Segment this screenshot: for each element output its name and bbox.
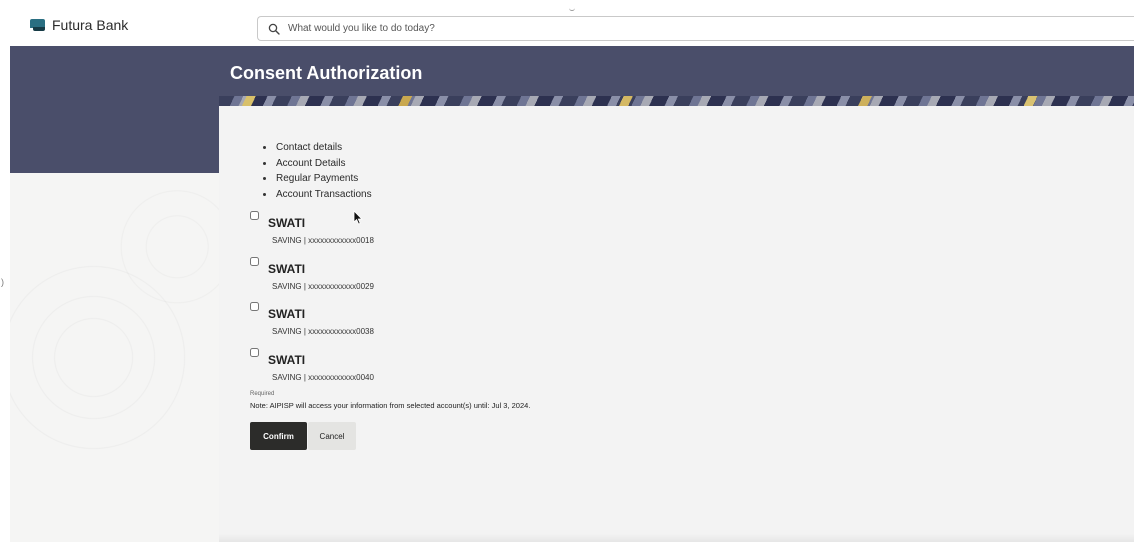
top-bar: Futura Bank bbox=[0, 0, 1134, 46]
account-name: SWATI bbox=[268, 307, 306, 321]
consent-note: Note: AIPISP will access your informatio… bbox=[250, 401, 531, 410]
bank-logo-icon bbox=[30, 19, 45, 31]
decorative-banner bbox=[219, 96, 1134, 106]
account-checkbox[interactable] bbox=[250, 211, 259, 220]
brand-name: Futura Bank bbox=[52, 17, 129, 33]
search-bar[interactable] bbox=[257, 16, 1134, 41]
page-title: Consent Authorization bbox=[230, 63, 423, 83]
required-label: Required bbox=[250, 391, 275, 397]
permission-item: Regular Payments bbox=[261, 171, 372, 187]
account-name: SWATI bbox=[268, 262, 306, 276]
consent-permissions-list: Contact details Account Details Regular … bbox=[261, 140, 372, 202]
search-icon bbox=[268, 23, 280, 35]
consent-card: Contact details Account Details Regular … bbox=[219, 96, 1134, 542]
search-input[interactable] bbox=[288, 23, 1134, 34]
confirm-button[interactable]: Confirm bbox=[250, 422, 307, 450]
edge-mark: ) bbox=[1, 277, 4, 287]
cancel-button[interactable]: Cancel bbox=[308, 422, 356, 450]
mouse-cursor-icon bbox=[353, 210, 363, 225]
account-detail: SAVING | xxxxxxxxxxxx0018 bbox=[272, 236, 374, 245]
notch-mark bbox=[569, 7, 575, 11]
card-bottom-edge bbox=[219, 534, 1134, 542]
permission-item: Account Transactions bbox=[261, 187, 372, 203]
background-pattern bbox=[10, 173, 219, 542]
brand[interactable]: Futura Bank bbox=[30, 17, 128, 33]
account-checkbox[interactable] bbox=[250, 348, 259, 357]
account-checkbox[interactable] bbox=[250, 302, 259, 311]
permission-item: Account Details bbox=[261, 156, 372, 172]
account-detail: SAVING | xxxxxxxxxxxx0038 bbox=[272, 327, 374, 336]
permission-item: Contact details bbox=[261, 140, 372, 156]
account-checkbox[interactable] bbox=[250, 257, 259, 266]
account-name: SWATI bbox=[268, 216, 306, 230]
account-detail: SAVING | xxxxxxxxxxxx0029 bbox=[272, 282, 374, 291]
account-name: SWATI bbox=[268, 353, 306, 367]
account-detail: SAVING | xxxxxxxxxxxx0040 bbox=[272, 373, 374, 382]
